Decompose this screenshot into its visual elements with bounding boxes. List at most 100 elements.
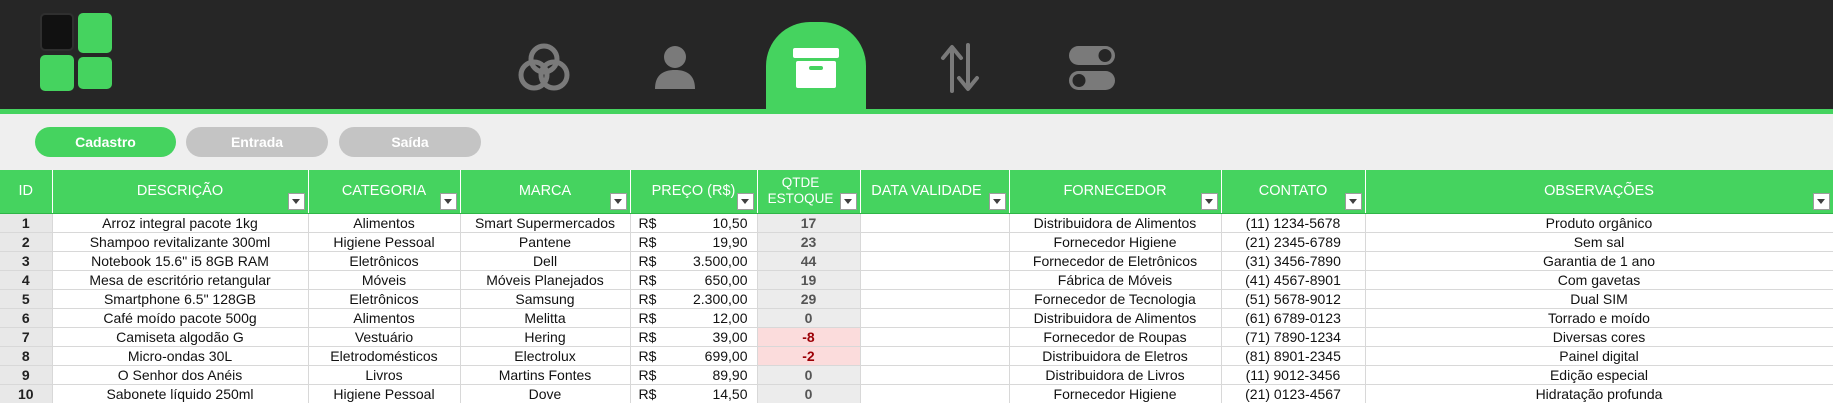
cell-categoria[interactable]: Móveis	[308, 270, 461, 290]
nav-users-button[interactable]	[625, 22, 725, 114]
cell-qtde[interactable]: 19	[757, 270, 861, 290]
cell-contato[interactable]: (21) 2345-6789	[1221, 232, 1366, 252]
cell-fornecedor[interactable]: Distribuidora de Alimentos	[1009, 308, 1222, 328]
cell-preco[interactable]: R$ 39,00	[630, 327, 758, 347]
cell-qtde[interactable]: -2	[757, 346, 861, 366]
cell-preco[interactable]: R$ 19,90	[630, 232, 758, 252]
cell-marca[interactable]: Dove	[460, 384, 631, 403]
nav-settings-button[interactable]	[1042, 22, 1142, 114]
cell-fornecedor[interactable]: Fornecedor Higiene	[1009, 384, 1222, 403]
cell-obs[interactable]: Garantia de 1 ano	[1365, 251, 1833, 271]
filter-dropdown-icon[interactable]	[1200, 192, 1218, 210]
cell-qtde[interactable]: 44	[757, 251, 861, 271]
cell-contato[interactable]: (11) 1234-5678	[1221, 213, 1366, 233]
cell-descricao[interactable]: Sabonete líquido 250ml	[52, 384, 309, 403]
nav-products-button[interactable]	[766, 22, 866, 114]
cell-validade[interactable]	[860, 251, 1010, 271]
cell-fornecedor[interactable]: Fornecedor de Roupas	[1009, 327, 1222, 347]
cell-categoria[interactable]: Alimentos	[308, 213, 461, 233]
cell-marca[interactable]: Dell	[460, 251, 631, 271]
filter-dropdown-icon[interactable]	[287, 192, 305, 210]
filter-dropdown-icon[interactable]	[736, 192, 754, 210]
cell-preco[interactable]: R$ 12,00	[630, 308, 758, 328]
cell-validade[interactable]	[860, 327, 1010, 347]
cell-id[interactable]: 2	[0, 232, 53, 252]
cell-id[interactable]: 6	[0, 308, 53, 328]
cell-qtde[interactable]: 0	[757, 384, 861, 403]
cell-obs[interactable]: Sem sal	[1365, 232, 1833, 252]
cell-id[interactable]: 9	[0, 365, 53, 385]
cell-qtde[interactable]: 23	[757, 232, 861, 252]
cell-qtde[interactable]: 17	[757, 213, 861, 233]
cell-descricao[interactable]: Notebook 15.6" i5 8GB RAM	[52, 251, 309, 271]
cell-marca[interactable]: Melitta	[460, 308, 631, 328]
cell-id[interactable]: 3	[0, 251, 53, 271]
cell-validade[interactable]	[860, 308, 1010, 328]
cell-categoria[interactable]: Vestuário	[308, 327, 461, 347]
cell-contato[interactable]: (31) 3456-7890	[1221, 251, 1366, 271]
cell-id[interactable]: 1	[0, 213, 53, 233]
cell-categoria[interactable]: Higiene Pessoal	[308, 384, 461, 403]
cell-qtde[interactable]: 29	[757, 289, 861, 309]
cell-validade[interactable]	[860, 346, 1010, 366]
cell-marca[interactable]: Martins Fontes	[460, 365, 631, 385]
cell-obs[interactable]: Hidratação profunda	[1365, 384, 1833, 403]
cell-validade[interactable]	[860, 270, 1010, 290]
cell-contato[interactable]: (81) 8901-2345	[1221, 346, 1366, 366]
cell-descricao[interactable]: O Senhor dos Anéis	[52, 365, 309, 385]
tab-entrada[interactable]: Entrada	[186, 127, 328, 157]
cell-obs[interactable]: Com gavetas	[1365, 270, 1833, 290]
cell-obs[interactable]: Painel digital	[1365, 346, 1833, 366]
cell-fornecedor[interactable]: Distribuidora de Alimentos	[1009, 213, 1222, 233]
filter-dropdown-icon[interactable]	[609, 192, 627, 210]
cell-fornecedor[interactable]: Distribuidora de Livros	[1009, 365, 1222, 385]
cell-categoria[interactable]: Eletrônicos	[308, 251, 461, 271]
cell-contato[interactable]: (41) 4567-8901	[1221, 270, 1366, 290]
cell-validade[interactable]	[860, 213, 1010, 233]
cell-qtde[interactable]: 0	[757, 365, 861, 385]
cell-contato[interactable]: (11) 9012-3456	[1221, 365, 1366, 385]
cell-preco[interactable]: R$ 89,90	[630, 365, 758, 385]
cell-contato[interactable]: (71) 7890-1234	[1221, 327, 1366, 347]
cell-preco[interactable]: R$ 2.300,00	[630, 289, 758, 309]
cell-obs[interactable]: Torrado e moído	[1365, 308, 1833, 328]
nav-movements-button[interactable]	[910, 22, 1010, 114]
cell-qtde[interactable]: 0	[757, 308, 861, 328]
cell-categoria[interactable]: Higiene Pessoal	[308, 232, 461, 252]
cell-validade[interactable]	[860, 289, 1010, 309]
cell-fornecedor[interactable]: Fornecedor de Tecnologia	[1009, 289, 1222, 309]
filter-dropdown-icon[interactable]	[439, 192, 457, 210]
nav-dashboard-button[interactable]	[494, 22, 594, 114]
cell-marca[interactable]: Samsung	[460, 289, 631, 309]
cell-descricao[interactable]: Mesa de escritório retangular	[52, 270, 309, 290]
cell-id[interactable]: 4	[0, 270, 53, 290]
cell-qtde[interactable]: -8	[757, 327, 861, 347]
filter-dropdown-icon[interactable]	[1344, 192, 1362, 210]
cell-marca[interactable]: Móveis Planejados	[460, 270, 631, 290]
cell-preco[interactable]: R$ 699,00	[630, 346, 758, 366]
cell-categoria[interactable]: Eletrônicos	[308, 289, 461, 309]
cell-contato[interactable]: (61) 6789-0123	[1221, 308, 1366, 328]
cell-id[interactable]: 8	[0, 346, 53, 366]
cell-id[interactable]: 5	[0, 289, 53, 309]
cell-validade[interactable]	[860, 384, 1010, 403]
cell-fornecedor[interactable]: Distribuidora de Eletros	[1009, 346, 1222, 366]
cell-id[interactable]: 10	[0, 384, 53, 403]
cell-marca[interactable]: Pantene	[460, 232, 631, 252]
cell-preco[interactable]: R$ 14,50	[630, 384, 758, 403]
cell-obs[interactable]: Dual SIM	[1365, 289, 1833, 309]
cell-categoria[interactable]: Eletrodomésticos	[308, 346, 461, 366]
cell-descricao[interactable]: Café moído pacote 500g	[52, 308, 309, 328]
cell-descricao[interactable]: Shampoo revitalizante 300ml	[52, 232, 309, 252]
cell-marca[interactable]: Hering	[460, 327, 631, 347]
cell-contato[interactable]: (21) 0123-4567	[1221, 384, 1366, 403]
cell-fornecedor[interactable]: Fábrica de Móveis	[1009, 270, 1222, 290]
cell-descricao[interactable]: Camiseta algodão G	[52, 327, 309, 347]
filter-dropdown-icon[interactable]	[988, 192, 1006, 210]
cell-validade[interactable]	[860, 365, 1010, 385]
tab-saida[interactable]: Saída	[339, 127, 481, 157]
cell-obs[interactable]: Diversas cores	[1365, 327, 1833, 347]
cell-categoria[interactable]: Livros	[308, 365, 461, 385]
cell-id[interactable]: 7	[0, 327, 53, 347]
cell-preco[interactable]: R$ 3.500,00	[630, 251, 758, 271]
